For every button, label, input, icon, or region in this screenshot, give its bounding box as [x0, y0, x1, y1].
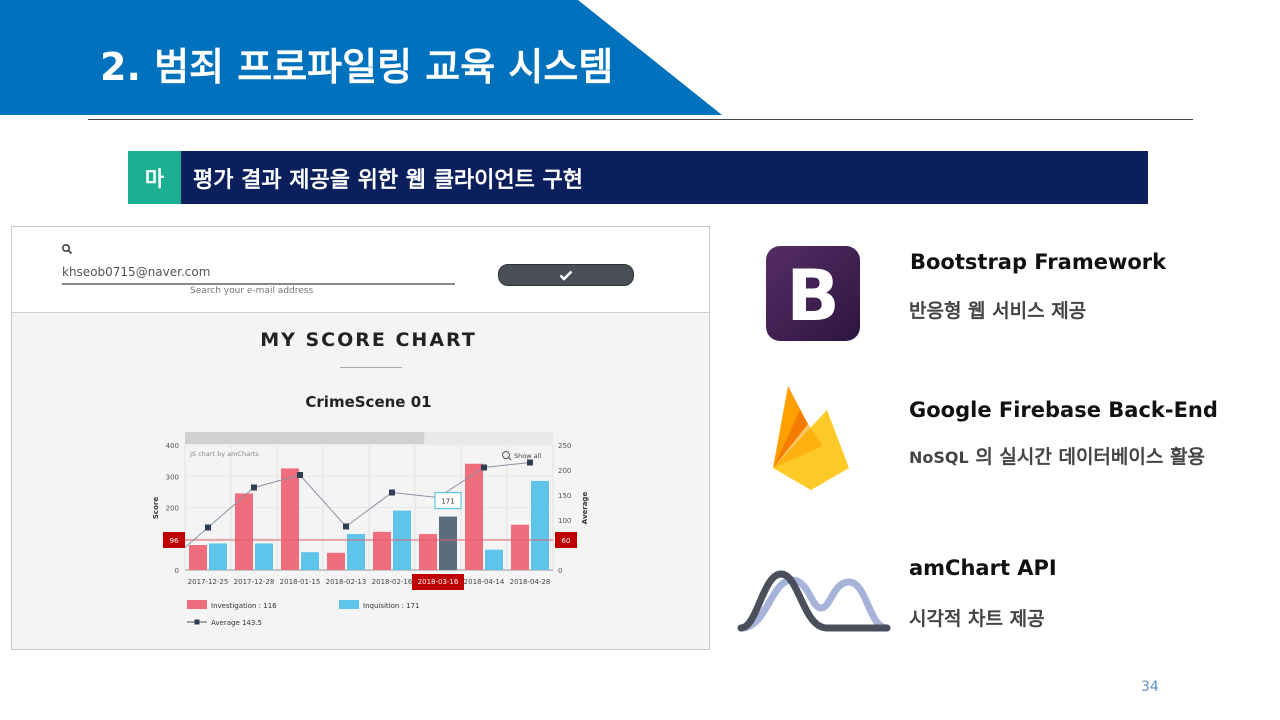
title-divider: [88, 119, 1193, 120]
average-point: [297, 472, 303, 478]
x-tick-label: 2018-04-14: [464, 578, 505, 586]
average-point: [527, 459, 533, 466]
web-client-screenshot: Search your e-mail address MY SCORE CHAR…: [11, 226, 710, 650]
legend-label-average: Average 143.5: [211, 619, 262, 627]
x-tick-label: 2018-03-16: [418, 578, 459, 586]
chart-watermark: JS chart by amCharts: [189, 450, 259, 458]
y-axis-title: Score: [152, 497, 160, 519]
firebase-name: Google Firebase Back-End: [909, 398, 1218, 422]
legend-swatch-average-point: [194, 619, 200, 625]
inquisition-bar: [301, 552, 319, 570]
slide: 2. 범죄 프로파일링 교육 시스템 마 평가 결과 제공을 위한 웹 클라이언…: [0, 0, 1280, 720]
x-tick-label: 2018-01-15: [280, 578, 321, 586]
score-chart: 4003002001000250200150100500ScoreAverage…: [152, 432, 589, 627]
zoom-icon: [502, 451, 510, 459]
y2-tick-label: 0: [558, 567, 562, 575]
section-title: 평가 결과 제공을 위한 웹 클라이언트 구현: [181, 151, 1148, 204]
investigation-bar: [327, 552, 345, 570]
inquisition-bar: [255, 543, 273, 570]
average-point: [251, 484, 257, 491]
legend-swatch-inquisition: [339, 600, 359, 609]
amchart-desc: 시각적 차트 제공: [909, 608, 1045, 630]
y-tick-label: 400: [166, 442, 179, 450]
svg-text:B: B: [786, 255, 839, 337]
x-tick-label: 2018-02-16: [372, 578, 413, 586]
amcharts-logo-icon: [737, 570, 891, 632]
investigation-bar: [235, 493, 253, 570]
average-point: [343, 523, 349, 530]
y2-tick-label: 150: [558, 492, 571, 500]
section-tag: 마: [128, 151, 181, 204]
average-point: [389, 489, 395, 496]
page-number: 34: [1141, 679, 1159, 695]
guide-left-label: 96: [170, 537, 179, 545]
bootstrap-desc: 반응형 웹 서비스 제공: [909, 300, 1087, 322]
zoom-icon-handle: [508, 457, 512, 461]
legend-label-inquisition: Inquisition : 171: [363, 602, 420, 610]
y-tick-label: 200: [166, 505, 179, 513]
investigation-bar: [373, 531, 391, 570]
slide-title: 2. 범죄 프로파일링 교육 시스템: [100, 45, 614, 89]
amchart-name: amChart API: [909, 556, 1057, 580]
firebase-desc-prefix: NoSQL: [909, 448, 969, 467]
chart-scrollbar-thumb: [185, 432, 425, 444]
bootstrap-logo-icon: B: [766, 246, 860, 341]
x-tick-label: 2017-12-28: [234, 578, 275, 586]
y-tick-label: 0: [175, 567, 179, 575]
investigation-bar: [511, 524, 529, 570]
firebase-desc: NoSQL 의 실시간 데이터베이스 활용: [909, 442, 1205, 469]
firebase-desc-text: 의 실시간 데이터베이스 활용: [968, 446, 1205, 468]
x-tick-label: 2017-12-25: [188, 578, 229, 586]
inquisition-bar: [485, 549, 503, 570]
y2-tick-label: 250: [558, 442, 571, 450]
chart-tooltip-label: 171: [441, 498, 454, 506]
investigation-bar: [465, 463, 483, 570]
guide-right-label: 60: [562, 537, 571, 545]
y2-tick-label: 100: [558, 517, 571, 525]
average-point: [481, 464, 487, 471]
average-point: [205, 524, 211, 531]
inquisition-bar: [531, 480, 549, 570]
firebase-logo-icon: [773, 386, 849, 490]
y2-tick-label: 200: [558, 467, 571, 475]
legend-label-investigation: Investigation : 116: [211, 602, 277, 610]
bootstrap-name: Bootstrap Framework: [910, 250, 1167, 274]
investigation-bar: [419, 534, 437, 570]
x-tick-label: 2018-04-28: [510, 578, 551, 586]
legend-swatch-investigation: [187, 600, 207, 609]
y2-axis-title: Average: [581, 492, 589, 525]
x-tick-label: 2018-02-13: [326, 578, 367, 586]
y-tick-label: 300: [166, 473, 179, 481]
show-all-button[interactable]: Show all: [514, 452, 541, 460]
investigation-bar: [281, 468, 299, 570]
inquisition-bar: [209, 543, 227, 570]
inquisition-bar: [347, 534, 365, 570]
inquisition-bar: [439, 516, 457, 570]
investigation-bar: [189, 545, 207, 570]
